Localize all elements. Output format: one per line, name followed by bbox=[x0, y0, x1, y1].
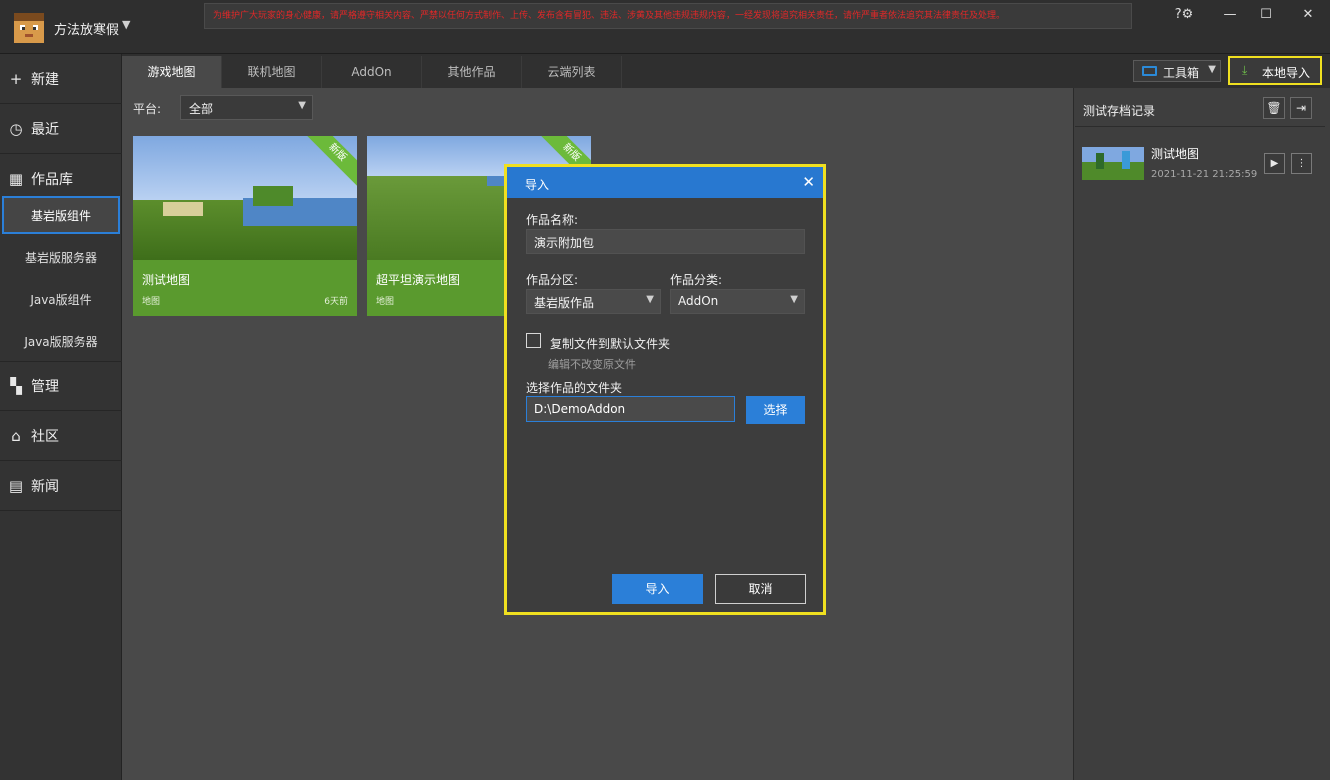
sidebar-item-label: 新建 bbox=[31, 71, 59, 88]
collapse-panel-icon[interactable]: ⇥ bbox=[1290, 97, 1312, 119]
close-button[interactable]: ✕ bbox=[1296, 6, 1320, 24]
sidebar-item-label: 管理 bbox=[31, 379, 59, 395]
toolbox-icon bbox=[1142, 66, 1157, 76]
card-title: 超平坦演示地图 bbox=[376, 273, 461, 287]
work-category-label: 作品分类: bbox=[670, 273, 723, 287]
folder-path-input[interactable]: D:\DemoAddon bbox=[526, 396, 735, 422]
save-records-panel bbox=[1073, 88, 1330, 780]
work-category-value: AddOn bbox=[678, 294, 719, 308]
sidebar-item-recent[interactable]: ◷ 最近 bbox=[0, 104, 122, 154]
tab-addon[interactable]: AddOn bbox=[322, 56, 422, 88]
sidebar-item-community[interactable]: ⌂ 社区 bbox=[0, 411, 122, 461]
work-name-value: 演示附加包 bbox=[534, 236, 595, 250]
map-thumbnail bbox=[133, 136, 357, 260]
more-icon[interactable]: ⋮ bbox=[1291, 153, 1312, 174]
dialog-header: 导入 ✕ bbox=[507, 167, 823, 198]
dialog-title: 导入 bbox=[525, 178, 550, 192]
tab-cloud-list[interactable]: 云端列表 bbox=[522, 56, 622, 88]
sidebar-item-label: 新闻 bbox=[31, 478, 59, 495]
play-icon[interactable]: ▶ bbox=[1264, 153, 1285, 174]
import-dialog: 导入 ✕ 作品名称: 演示附加包 作品分区: 基岩版作品 ▼ 作品分类: Add… bbox=[504, 164, 826, 615]
cancel-button[interactable]: 取消 bbox=[715, 574, 806, 604]
platform-label: 平台: bbox=[133, 102, 162, 116]
tab-online-maps[interactable]: 联机地图 bbox=[222, 56, 322, 88]
home-icon: ⌂ bbox=[11, 426, 21, 445]
record-time: 2021-11-21 21:25:59 bbox=[1151, 169, 1258, 180]
work-name-label: 作品名称: bbox=[526, 213, 579, 227]
chevron-down-icon: ▼ bbox=[646, 294, 654, 305]
divider bbox=[1075, 126, 1325, 127]
card-title: 测试地图 bbox=[142, 273, 191, 287]
close-icon[interactable]: ✕ bbox=[802, 173, 815, 191]
sidebar-item-label: 最近 bbox=[31, 121, 59, 138]
work-name-input[interactable]: 演示附加包 bbox=[526, 229, 805, 254]
record-thumbnail bbox=[1082, 147, 1144, 180]
platform-select-value: 全部 bbox=[189, 102, 214, 116]
work-zone-select[interactable]: 基岩版作品 ▼ bbox=[526, 289, 661, 314]
toolbox-button[interactable]: 工具箱 ▼ bbox=[1133, 60, 1221, 82]
clock-icon: ◷ bbox=[9, 119, 23, 138]
sidebar-item-new[interactable]: + 新建 bbox=[0, 54, 122, 104]
tab-other-works[interactable]: 其他作品 bbox=[422, 56, 522, 88]
card-age: 6天前 bbox=[324, 297, 348, 307]
plus-icon: + bbox=[9, 69, 23, 88]
sidebar-subitem-java-components[interactable]: Java版组件 bbox=[0, 278, 122, 320]
news-icon: ▤ bbox=[8, 476, 24, 495]
chevron-down-icon: ▼ bbox=[790, 294, 798, 305]
maximize-button[interactable]: ☐ bbox=[1254, 6, 1278, 24]
platform-select[interactable]: 全部 ▼ bbox=[180, 95, 313, 120]
work-category-select[interactable]: AddOn ▼ bbox=[670, 289, 805, 314]
chevron-down-icon[interactable]: ▼ bbox=[122, 18, 130, 31]
toolbox-label: 工具箱 bbox=[1163, 66, 1200, 80]
work-zone-value: 基岩版作品 bbox=[534, 296, 595, 310]
copy-to-default-label[interactable]: 复制文件到默认文件夹 bbox=[550, 335, 670, 352]
sidebar-item-news[interactable]: ▤ 新闻 bbox=[0, 461, 122, 511]
tab-game-maps[interactable]: 游戏地图 bbox=[122, 56, 222, 88]
card-type: 地图 bbox=[376, 297, 395, 307]
import-confirm-button[interactable]: 导入 bbox=[612, 574, 703, 604]
minimize-button[interactable]: — bbox=[1218, 6, 1242, 24]
local-import-label: 本地导入 bbox=[1262, 66, 1311, 80]
sidebar-subitem-java-servers[interactable]: Java版服务器 bbox=[0, 320, 122, 362]
folder-label: 选择作品的文件夹 bbox=[526, 381, 623, 395]
sidebar-subitem-bedrock-components[interactable]: 基岩版组件 bbox=[2, 196, 120, 234]
map-card[interactable]: 新版 测试地图 地图 6天前 bbox=[133, 136, 357, 316]
sidebar-item-label: 作品库 bbox=[31, 172, 73, 188]
chevron-down-icon: ▼ bbox=[1208, 64, 1216, 75]
sidebar-subitem-bedrock-servers[interactable]: 基岩版服务器 bbox=[0, 236, 122, 278]
username[interactable]: 方法放寒假 bbox=[54, 19, 119, 38]
tab-bar: 游戏地图 联机地图 AddOn 其他作品 云端列表 bbox=[122, 54, 1073, 88]
choose-folder-button[interactable]: 选择 bbox=[746, 396, 805, 424]
sidebar: + 新建 ◷ 最近 ▦ 作品库 基岩版组件 基岩版服务器 Java版组件 Jav… bbox=[0, 54, 122, 780]
copy-to-default-checkbox[interactable] bbox=[526, 333, 541, 348]
manage-icon: ▚ bbox=[10, 377, 22, 395]
record-name[interactable]: 测试地图 bbox=[1151, 145, 1199, 162]
trash-icon[interactable]: 🗑 bbox=[1263, 97, 1285, 119]
download-icon: ⤓ bbox=[1242, 63, 1248, 77]
chevron-down-icon: ▼ bbox=[298, 100, 306, 111]
local-import-button[interactable]: ⤓ 本地导入 bbox=[1228, 56, 1322, 85]
help-icon[interactable]: ?⚙ bbox=[1172, 6, 1196, 24]
library-icon: ▦ bbox=[8, 170, 24, 188]
avatar[interactable] bbox=[14, 13, 44, 43]
card-type: 地图 bbox=[142, 297, 161, 307]
folder-path-value: D:\DemoAddon bbox=[534, 402, 626, 416]
copy-hint: 编辑不改变原文件 bbox=[548, 358, 636, 371]
save-records-title: 测试存档记录 bbox=[1083, 104, 1156, 118]
sidebar-item-label: 社区 bbox=[31, 428, 59, 445]
work-zone-label: 作品分区: bbox=[526, 273, 579, 287]
sidebar-item-manage[interactable]: ▚ 管理 bbox=[0, 361, 122, 411]
notice-banner: 为维护广大玩家的身心健康，请严格遵守相关内容、严禁以任何方式制作、上传、发布含有… bbox=[204, 3, 1132, 29]
